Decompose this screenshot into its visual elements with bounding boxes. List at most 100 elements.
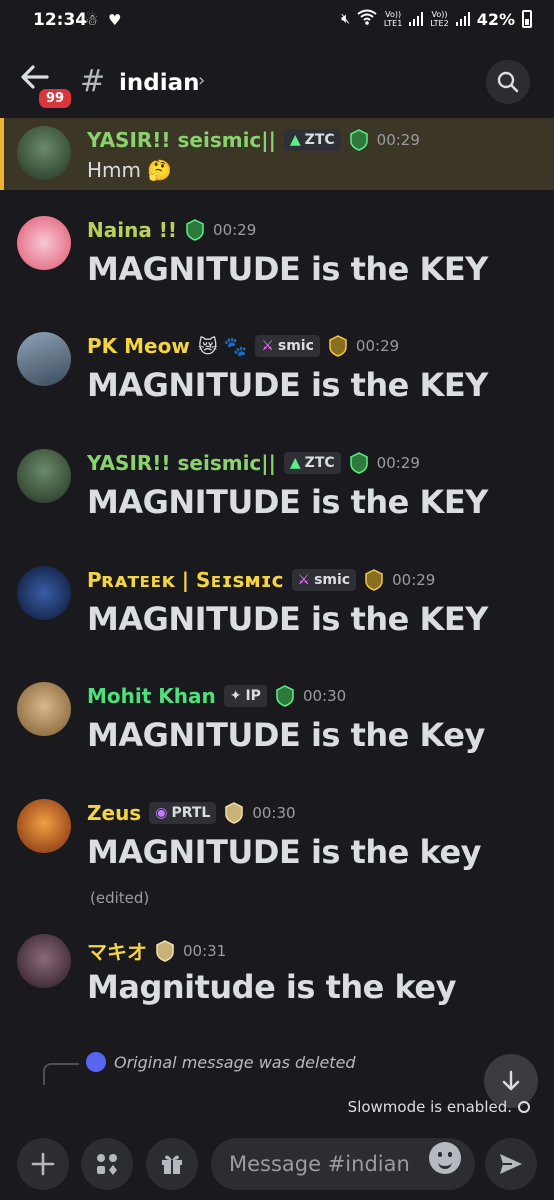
slowmode-text: Slowmode is enabled. bbox=[347, 1098, 512, 1116]
message-item[interactable]: PK Meow 😿 🐾 ⚔ smic 00:29 MAGNITUDE is the… bbox=[0, 324, 554, 434]
heart-icon: ♥ bbox=[108, 11, 122, 29]
message-item[interactable]: YASIR!! seismic|| ▲ ZTC 00:29 MAGNITUDE i… bbox=[0, 441, 554, 551]
status-bar: 12:34 ☃ ♥ 🔇︎ Vo)) LTE1 Vo)) LTE2 42% bbox=[0, 0, 554, 44]
reply-connector bbox=[43, 1063, 79, 1085]
message-list[interactable]: YASIR!! seismic|| ▲ ZTC 00:29 Hmm 🤔 Naina… bbox=[0, 118, 554, 1123]
timestamp: 00:29 bbox=[376, 454, 420, 472]
wifi-icon bbox=[357, 9, 377, 29]
timestamp: 00:29 bbox=[376, 131, 420, 149]
username[interactable]: YASIR!! seismic|| bbox=[87, 128, 276, 152]
send-icon bbox=[500, 1154, 522, 1174]
apps-icon bbox=[97, 1154, 117, 1175]
server-tag[interactable]: ▲ ZTC bbox=[283, 452, 341, 474]
pale-shield-icon bbox=[225, 802, 244, 824]
timestamp: 00:29 bbox=[392, 571, 436, 589]
username[interactable]: Naina !! bbox=[87, 218, 177, 242]
message-text: MAGNITUDE is the KEY bbox=[87, 366, 488, 404]
user-avatar[interactable] bbox=[17, 799, 71, 853]
message-text: MAGNITUDE is the key bbox=[87, 833, 482, 871]
add-attachment-button[interactable] bbox=[17, 1138, 69, 1190]
apps-button[interactable] bbox=[81, 1138, 133, 1190]
message-item[interactable]: Zeus ◉ PRTL 00:30 MAGNITUDE is the key (e… bbox=[0, 791, 554, 919]
gift-icon bbox=[162, 1155, 182, 1174]
sparkle-icon: ✦ bbox=[229, 688, 242, 704]
discord-icon bbox=[86, 1052, 106, 1072]
sword-icon: ⚔ bbox=[261, 338, 274, 354]
message-item[interactable]: Pʀᴀᴛᴇᴇᴋ | Sᴇɪsᴍɪᴄ ⚔ smic 00:29 MAGNITUDE … bbox=[0, 558, 554, 668]
message-text: Magnitude is the key bbox=[87, 968, 456, 1006]
emoji-button[interactable] bbox=[429, 1142, 461, 1174]
green-shield-icon bbox=[276, 685, 294, 707]
message-item[interactable]: Mohit Khan ✦ IP 00:30 MAGNITUDE is the Ke… bbox=[0, 674, 554, 784]
edited-label: (edited) bbox=[90, 889, 150, 907]
signal-icon-2 bbox=[455, 12, 470, 26]
username[interactable]: マキオ bbox=[87, 936, 147, 965]
status-time: 12:34 bbox=[33, 10, 88, 30]
clock-icon bbox=[518, 1101, 530, 1113]
username[interactable]: Pʀᴀᴛᴇᴇᴋ | Sᴇɪsᴍɪᴄ bbox=[87, 568, 284, 592]
username[interactable]: Mohit Khan bbox=[87, 684, 216, 708]
server-tag[interactable]: ⚔ smic bbox=[291, 569, 357, 591]
user-avatar[interactable] bbox=[17, 126, 71, 180]
server-tag[interactable]: ▲ ZTC bbox=[283, 129, 341, 151]
flame-icon: ▲ bbox=[289, 132, 301, 148]
timestamp: 00:31 bbox=[183, 941, 227, 960]
chevron-right-icon[interactable]: › bbox=[198, 70, 205, 91]
flame-icon: ▲ bbox=[289, 455, 301, 471]
slowmode-notice: Slowmode is enabled. bbox=[348, 1098, 530, 1116]
server-tag[interactable]: ✦ IP bbox=[223, 685, 267, 707]
gift-button[interactable] bbox=[146, 1138, 198, 1190]
user-avatar[interactable] bbox=[17, 682, 71, 736]
signal-icon bbox=[409, 12, 424, 26]
message-item[interactable]: マキオ 00:31 Magnitude is the key bbox=[0, 926, 554, 1036]
search-icon bbox=[497, 71, 519, 93]
green-shield-icon bbox=[186, 219, 204, 241]
battery-icon bbox=[522, 10, 532, 28]
reply-preview[interactable]: Original message was deleted bbox=[86, 1052, 356, 1072]
username[interactable]: PK Meow bbox=[87, 334, 190, 358]
timestamp: 00:30 bbox=[302, 687, 347, 705]
message-text: MAGNITUDE is the KEY bbox=[87, 250, 488, 288]
battery-percent: 42% bbox=[476, 9, 515, 29]
message-text: Hmm 🤔 bbox=[87, 158, 173, 182]
sim1-label: Vo)) LTE1 bbox=[383, 10, 403, 28]
pale-shield-icon bbox=[156, 939, 174, 962]
sim2-label: Vo)) LTE2 bbox=[430, 10, 449, 28]
user-avatar[interactable] bbox=[17, 216, 71, 270]
green-shield-icon bbox=[349, 452, 368, 474]
server-tag[interactable]: ⚔ smic bbox=[255, 335, 320, 357]
green-shield-icon bbox=[349, 129, 368, 151]
hashtag-icon: # bbox=[80, 64, 106, 99]
channel-header: 99 # indian › bbox=[0, 44, 554, 118]
message-text: MAGNITUDE is the KEY bbox=[87, 600, 488, 638]
message-text: MAGNITUDE is the Key bbox=[87, 716, 485, 754]
username[interactable]: YASIR!! seismic|| bbox=[87, 451, 276, 475]
username-emoji: 😿 🐾 bbox=[197, 335, 248, 358]
message-item[interactable]: Naina !! 00:29 MAGNITUDE is the KEY bbox=[0, 208, 554, 318]
mute-icon: 🔇︎ bbox=[341, 11, 350, 27]
timestamp: 00:29 bbox=[213, 221, 257, 239]
message-composer bbox=[0, 1124, 554, 1200]
gold-shield-icon bbox=[365, 569, 383, 591]
user-avatar[interactable] bbox=[17, 332, 71, 386]
search-button[interactable] bbox=[486, 60, 530, 104]
notification-icon: ☃ bbox=[85, 11, 99, 29]
timestamp: 00:29 bbox=[355, 337, 400, 355]
user-avatar[interactable] bbox=[17, 449, 71, 503]
message-text: MAGNITUDE is the KEY bbox=[87, 483, 488, 521]
gold-shield-icon bbox=[329, 335, 347, 357]
send-button[interactable] bbox=[485, 1138, 537, 1190]
arrow-down-icon bbox=[502, 1070, 520, 1091]
server-tag[interactable]: ◉ PRTL bbox=[149, 802, 217, 824]
username[interactable]: Zeus bbox=[87, 801, 141, 825]
channel-title[interactable]: indian bbox=[119, 70, 200, 96]
timestamp: 00:30 bbox=[252, 804, 296, 822]
unread-badge: 99 bbox=[36, 86, 75, 111]
reply-text: Original message was deleted bbox=[114, 1052, 356, 1072]
message-item[interactable]: YASIR!! seismic|| ▲ ZTC 00:29 Hmm 🤔 bbox=[0, 118, 554, 190]
user-avatar[interactable] bbox=[17, 934, 71, 988]
sword-icon: ⚔ bbox=[297, 572, 311, 588]
portal-icon: ◉ bbox=[155, 805, 168, 821]
plus-icon bbox=[31, 1152, 55, 1176]
user-avatar[interactable] bbox=[17, 566, 71, 620]
